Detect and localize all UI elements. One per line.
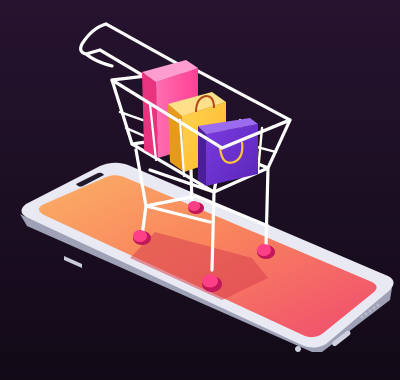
purple-bag-icon: [198, 118, 258, 186]
headphone-jack: [295, 346, 301, 352]
illustration-canvas: [0, 0, 400, 380]
illustration: [0, 0, 400, 380]
